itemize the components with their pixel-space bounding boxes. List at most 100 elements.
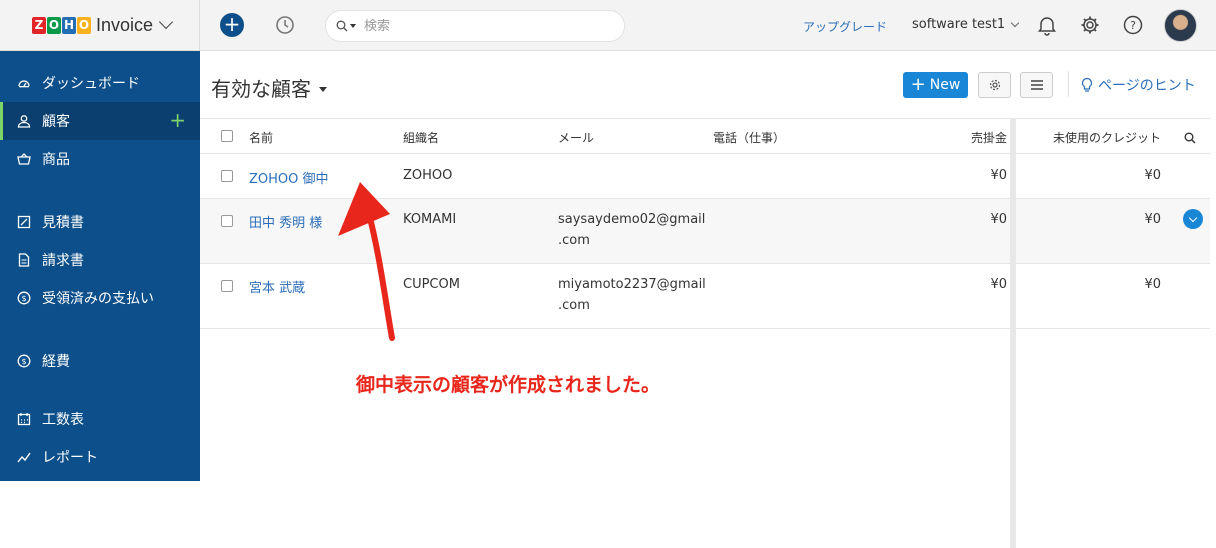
history-icon[interactable] [274,14,296,36]
gear-icon [989,79,1000,91]
credit-cell: ¥0 [1144,168,1161,183]
sidebar-item-label: 商品 [42,152,70,168]
sidebar-item-payments-received[interactable]: $ 受領済みの支払い [0,279,200,317]
report-icon [16,449,32,465]
column-header-receivables[interactable]: 売掛金 [900,129,1007,146]
view-selector[interactable]: 有効な顧客 [211,73,327,102]
svg-text:$: $ [21,357,26,366]
search-icon[interactable] [1184,132,1196,144]
receivable-cell: ¥0 [990,168,1007,183]
customer-name-link[interactable]: ZOHOO 御中 [249,168,329,187]
sidebar-item-reports[interactable]: レポート [0,438,200,476]
new-button[interactable]: + New [903,72,968,98]
sidebar-item-label: レポート [42,450,98,466]
search-icon[interactable] [336,20,348,32]
column-header-name[interactable]: 名前 [249,129,273,146]
add-customer-icon[interactable]: + [169,110,186,130]
column-header-phone[interactable]: 電話（仕事） [713,129,785,146]
chevron-down-icon[interactable] [158,14,174,30]
sidebar-item-dashboard[interactable]: ダッシュボード [0,64,200,102]
zoho-logo: Z O H O [32,14,92,36]
logo-letter-o: O [47,16,61,34]
column-header-unused-credits[interactable]: 未使用のクレジット [1000,129,1161,146]
customer-name-link[interactable]: 田中 秀明 様 [249,212,322,231]
org-cell: CUPCOM [403,277,460,292]
sidebar-item-label: 受領済みの支払い [42,291,154,307]
page-title: 有効な顧客 [211,77,311,101]
dashboard-icon [16,75,32,91]
org-cell: ZOHOO [403,168,453,183]
email-cell-line1: saysaydemo02@gmail [558,212,706,227]
sidebar-item-estimates[interactable]: 見積書 [0,203,200,241]
org-name: software test1 [912,17,1006,32]
top-bar: + アップグレード software test1 ? [200,0,1216,51]
upgrade-link[interactable]: アップグレード [803,18,887,35]
email-cell-line1: miyamoto2237@gmail [558,277,706,292]
customer-name-link[interactable]: 宮本 武蔵 [249,277,305,296]
help-icon[interactable]: ? [1122,14,1144,36]
sidebar-item-customers[interactable]: 顧客 + [0,102,200,140]
annotation-text: 御中表示の顧客が作成されました。 [356,374,661,396]
logo-letter-z: Z [32,16,46,34]
payment-icon: $ [16,290,32,306]
row-checkbox[interactable] [221,280,233,292]
email-cell-line2: .com [558,233,590,248]
quick-create-button[interactable]: + [220,13,244,37]
svg-text:$: $ [21,294,26,303]
gear-icon[interactable] [1079,14,1101,36]
menu-button[interactable] [1020,72,1053,98]
new-button-label: New [929,77,961,93]
receivable-cell: ¥0 [990,277,1007,292]
sidebar-item-items[interactable]: 商品 [0,140,200,178]
hamburger-icon [1030,80,1043,90]
logo-letter-h: H [62,16,76,34]
chevron-down-icon [1010,18,1020,27]
bell-icon[interactable] [1036,14,1058,36]
divider [1068,71,1069,97]
sidebar-item-label: 工数表 [42,412,84,428]
sidebar-item-label: ダッシュボード [42,76,140,92]
basket-icon [16,151,32,167]
settings-button[interactable] [978,72,1011,98]
page-tips-label: ページのヒント [1098,78,1196,94]
row-actions-chevron-icon[interactable] [1183,209,1203,229]
scrollbar[interactable] [1010,118,1016,548]
svg-text:?: ? [1130,19,1136,32]
org-cell: KOMAMI [403,212,457,227]
avatar[interactable] [1164,9,1197,42]
org-switcher[interactable]: software test1 [912,17,1020,32]
caret-down-icon [319,86,327,92]
sidebar-item-label: 経費 [42,354,70,370]
brand-switcher[interactable]: Z O H O Invoice [0,0,200,51]
credit-cell: ¥0 [1144,277,1161,292]
annotation-arrow-icon [338,182,395,341]
expense-icon: $ [16,353,32,369]
sidebar-item-label: 請求書 [42,253,84,269]
column-header-org[interactable]: 組織名 [403,129,439,146]
table-header: 名前 組織名 メール 電話（仕事） 売掛金 未使用のクレジット [200,118,1210,154]
receivable-cell: ¥0 [990,212,1007,227]
search-bar [325,10,625,42]
sidebar-item-invoices[interactable]: 請求書 [0,241,200,279]
invoice-icon [16,252,32,268]
sidebar-item-label: 顧客 [42,114,70,130]
credit-cell: ¥0 [1144,212,1161,227]
column-header-email[interactable]: メール [558,129,594,146]
sidebar-item-timesheet[interactable]: 工数表 [0,400,200,438]
row-checkbox[interactable] [221,170,233,182]
sidebar: Z O H O Invoice ダッシュボード 顧客 + 商品 見積書 請求書 … [0,0,200,481]
sidebar-item-expenses[interactable]: $ 経費 [0,342,200,380]
page-tips-link[interactable]: ページのヒント [1080,75,1196,95]
logo-letter-o2: O [77,16,91,34]
row-checkbox[interactable] [221,215,233,227]
user-icon [16,113,32,129]
calendar-icon [16,411,32,427]
plus-icon: + [910,74,926,95]
search-scope-caret-icon[interactable] [350,24,356,28]
select-all-checkbox[interactable] [221,130,233,142]
search-input[interactable] [364,18,604,34]
email-cell-line2: .com [558,298,590,313]
sidebar-item-label: 見積書 [42,215,84,231]
app-name: Invoice [96,14,154,35]
lightbulb-icon [1081,77,1093,92]
